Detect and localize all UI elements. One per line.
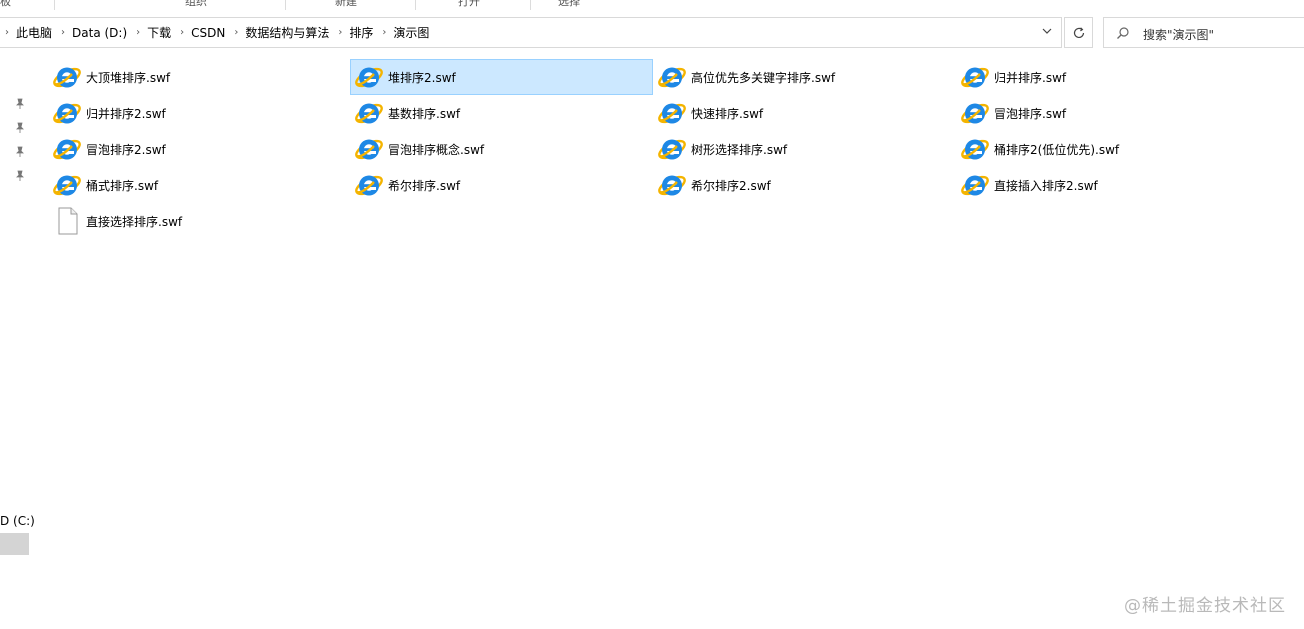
search-box[interactable]: 搜索"演示图" [1103,17,1304,48]
file-name: 希尔排序2.swf [691,178,771,193]
ie-icon [355,103,383,124]
breadcrumb-item[interactable]: 下载 [145,24,175,41]
file-name: 希尔排序.swf [388,178,461,193]
file-name: 堆排序2.swf [388,70,456,85]
file-name: 基数排序.swf [388,106,461,121]
breadcrumb-item[interactable]: CSDN [189,26,229,40]
file-item[interactable]: 归并排序2.swf [48,95,351,131]
file-item[interactable]: 直接选择排序.swf [48,203,351,239]
blank-file-icon [58,207,78,235]
file-name: 直接插入排序2.swf [994,178,1098,193]
address-history-dropdown[interactable] [1040,26,1054,40]
file-name: 树形选择排序.swf [691,142,788,157]
ribbon-group-labels: 板 组织 新建 打开 选择 [0,0,1304,12]
pin-icon[interactable] [14,170,26,182]
chevron-right-icon[interactable]: › [377,27,391,38]
file-name: 直接选择排序.swf [86,214,183,229]
chevron-right-icon[interactable]: › [0,27,14,38]
ribbon-group-select: 选择 [558,0,580,8]
ie-icon [658,175,686,196]
file-name: 冒泡排序概念.swf [388,142,485,157]
ribbon-group-new: 新建 [335,0,357,8]
ie-icon [961,67,989,88]
ie-icon [355,139,383,160]
file-name: 高位优先多关键字排序.swf [691,70,836,85]
file-item[interactable]: 高位优先多关键字排序.swf [653,59,956,95]
ribbon-group-open: 打开 [458,0,480,8]
ie-icon [53,175,81,196]
file-name: 归并排序.swf [994,70,1067,85]
file-item[interactable]: 桶式排序.swf [48,167,351,203]
file-name: 桶式排序.swf [86,178,159,193]
chevron-right-icon[interactable]: › [131,27,145,38]
nav-drive-label[interactable]: D (C:) [0,514,35,528]
address-bar-row: › 此电脑 › Data (D:) › 下载 › CSDN › 数据结构与算法 › 排序 › 演示图 搜索… [0,17,1304,48]
file-name: 归并排序2.swf [86,106,166,121]
ribbon-group-organize: 组织 [185,0,207,8]
breadcrumb-item[interactable]: 数据结构与算法 [243,24,333,41]
chevron-right-icon[interactable]: › [229,27,243,38]
breadcrumb: › 此电脑 › Data (D:) › 下载 › CSDN › 数据结构与算法 › 排序 › 演示图 [0,18,433,47]
watermark: @稀土掘金技术社区 [1124,596,1286,616]
ie-icon [53,103,81,124]
file-item[interactable]: 大顶堆排序.swf [48,59,351,95]
ie-icon [658,139,686,160]
ie-icon [53,67,81,88]
pin-icon[interactable] [14,146,26,158]
chevron-right-icon[interactable]: › [333,27,347,38]
file-item[interactable]: 冒泡排序.swf [956,95,1259,131]
ribbon-group-clipboard: 板 [0,0,11,8]
ribbon-divider [285,0,286,10]
breadcrumb-item[interactable]: 排序 [347,24,377,41]
address-bar[interactable]: › 此电脑 › Data (D:) › 下载 › CSDN › 数据结构与算法 › 排序 › 演示图 [0,17,1062,48]
breadcrumb-item[interactable]: 此电脑 [14,24,56,41]
ie-icon [53,139,81,160]
chevron-right-icon[interactable]: › [175,27,189,38]
ribbon-divider [415,0,416,10]
drive-usage-bar [0,533,29,555]
file-item[interactable]: 归并排序.swf [956,59,1259,95]
pin-icon[interactable] [14,122,26,134]
chevron-down-icon [1042,28,1052,34]
breadcrumb-item[interactable]: Data (D:) [70,26,131,40]
file-item[interactable]: 基数排序.swf [350,95,653,131]
file-name: 冒泡排序2.swf [86,142,166,157]
refresh-icon [1073,26,1084,38]
ie-icon [961,175,989,196]
ribbon-divider [54,0,55,10]
file-name: 冒泡排序.swf [994,106,1067,121]
refresh-button[interactable] [1064,17,1093,48]
ie-icon [355,67,383,88]
file-item[interactable]: 桶排序2(低位优先).swf [956,131,1259,167]
ie-icon [658,67,686,88]
file-name: 快速排序.swf [691,106,764,121]
file-item[interactable]: 希尔排序.swf [350,167,653,203]
ribbon-divider [530,0,531,10]
chevron-right-icon[interactable]: › [56,27,70,38]
ie-icon [961,139,989,160]
file-item[interactable]: 冒泡排序2.swf [48,131,351,167]
file-item[interactable]: 冒泡排序概念.swf [350,131,653,167]
file-item[interactable]: 堆排序2.swf [350,59,653,95]
file-item[interactable]: 希尔排序2.swf [653,167,956,203]
ie-icon [355,175,383,196]
file-item[interactable]: 直接插入排序2.swf [956,167,1259,203]
file-name: 桶排序2(低位优先).swf [994,142,1120,157]
file-name: 大顶堆排序.swf [86,70,171,85]
search-input[interactable]: 搜索"演示图" [1143,26,1214,43]
pin-icon[interactable] [14,98,26,110]
file-item[interactable]: 树形选择排序.swf [653,131,956,167]
search-icon [1117,27,1129,39]
ie-icon [658,103,686,124]
file-item[interactable]: 快速排序.swf [653,95,956,131]
ie-icon [961,103,989,124]
breadcrumb-item[interactable]: 演示图 [391,24,433,41]
